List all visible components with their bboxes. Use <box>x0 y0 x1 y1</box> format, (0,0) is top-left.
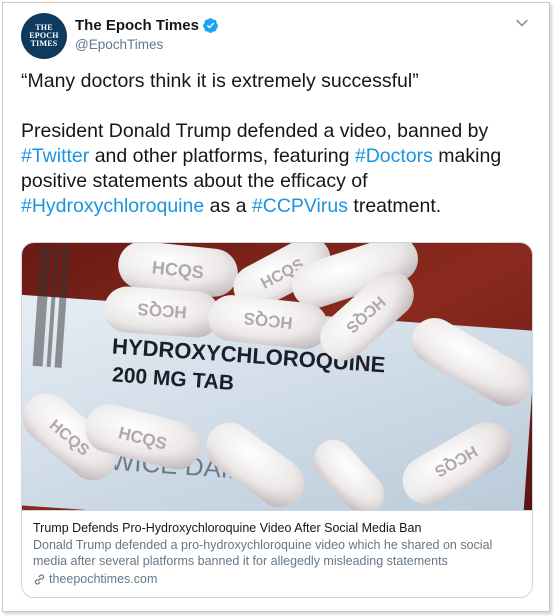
tweet-card-frame: THE EPOCH TIMES The Epoch Times @EpochTi… <box>2 2 550 612</box>
card-image[interactable]: HYDROXYCHLOROQUINE 200 MG TAB TWICE DAIL… <box>22 243 532 510</box>
avatar[interactable]: THE EPOCH TIMES <box>21 13 67 59</box>
pill-imprint: HCQS <box>137 299 187 321</box>
tweet-quote: “Many doctors think it is extremely succ… <box>21 70 419 92</box>
tweet-body-text: treatment. <box>347 195 442 217</box>
avatar-logo-text: THE EPOCH TIMES <box>29 23 59 48</box>
card-description: Donald Trump defended a pro-hydroxychlor… <box>33 538 493 568</box>
tweet-body-text: and other platforms, featuring <box>89 145 355 167</box>
account-name-row[interactable]: The Epoch Times <box>75 17 219 34</box>
card-domain[interactable]: theepochtimes.com <box>33 571 523 587</box>
card-body[interactable]: Trump Defends Pro-Hydroxychloroquine Vid… <box>22 510 532 597</box>
hashtag-doctors[interactable]: #Doctors <box>355 145 433 167</box>
tweet-body-text: President Donald Trump defended a video,… <box>21 120 489 142</box>
display-name[interactable]: The Epoch Times <box>75 17 199 34</box>
link-preview-card[interactable]: HYDROXYCHLOROQUINE 200 MG TAB TWICE DAIL… <box>21 242 533 598</box>
hashtag-hydroxychloroquine[interactable]: #Hydroxychloroquine <box>21 195 204 217</box>
card-domain-text[interactable]: theepochtimes.com <box>49 571 157 587</box>
verified-icon <box>202 17 219 34</box>
tweet-text: “Many doctors think it is extremely succ… <box>21 69 541 219</box>
hashtag-ccpvirus[interactable]: #CCPVirus <box>252 195 348 217</box>
account-handle[interactable]: @EpochTimes <box>75 37 163 52</box>
hashtag-twitter[interactable]: #Twitter <box>21 145 89 167</box>
chevron-down-icon[interactable] <box>514 15 530 31</box>
tweet-body-text: as a <box>204 195 252 217</box>
card-title[interactable]: Trump Defends Pro-Hydroxychloroquine Vid… <box>33 520 523 536</box>
pills-photo: HYDROXYCHLOROQUINE 200 MG TAB TWICE DAIL… <box>22 243 532 510</box>
tweet-body: President Donald Trump defended a video,… <box>21 119 541 219</box>
link-icon <box>33 573 46 586</box>
pill: HCQS <box>104 286 220 338</box>
